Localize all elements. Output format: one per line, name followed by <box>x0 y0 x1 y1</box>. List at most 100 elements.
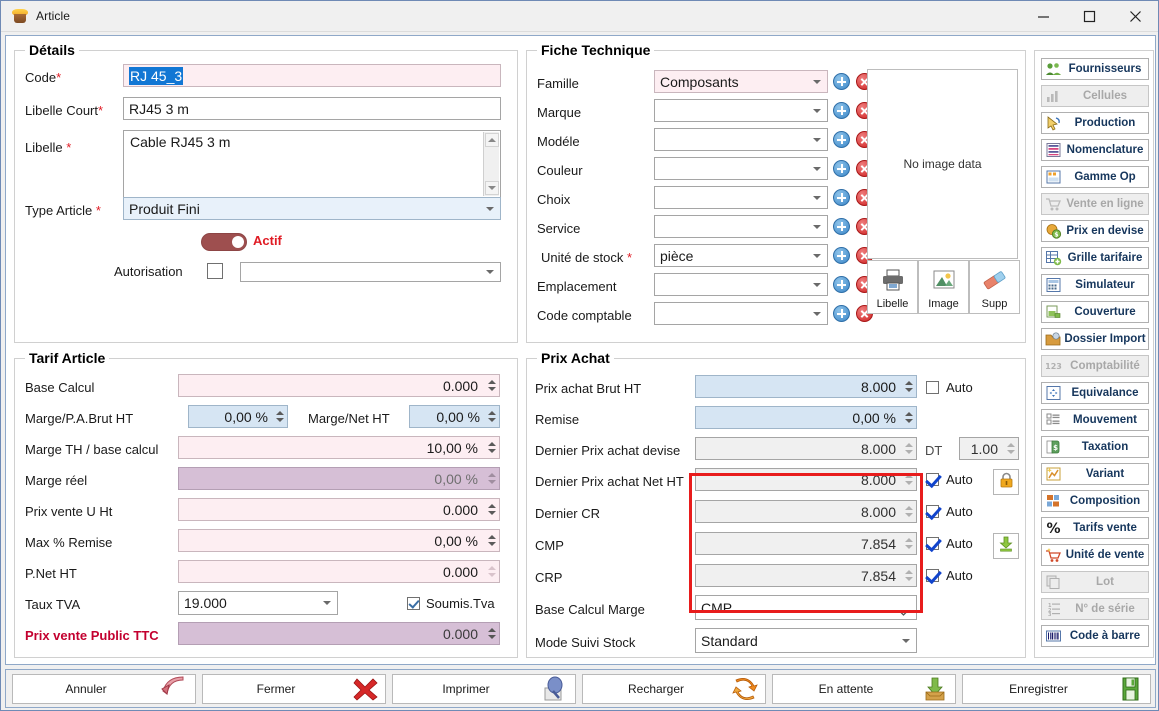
famille-add-button[interactable] <box>833 73 850 90</box>
sidebar-item-grille-tarifaire[interactable]: Grille tarifaire <box>1041 247 1149 269</box>
autorisation-checkbox[interactable] <box>207 263 223 279</box>
image-libelle-button[interactable]: Libelle <box>867 260 918 314</box>
sidebar-item-nomenclature[interactable]: Nomenclature <box>1041 139 1149 161</box>
scroll-down-icon[interactable] <box>485 181 499 195</box>
libelle-label: Libelle * <box>25 140 72 155</box>
plus-circle-icon <box>833 102 850 119</box>
spinner-icon[interactable] <box>273 407 286 426</box>
money-tag-icon: $ <box>1045 439 1062 455</box>
actif-toggle[interactable] <box>201 233 247 251</box>
spinner-icon[interactable] <box>485 624 498 643</box>
sidebar-item-prix-en-devise[interactable]: $ Prix en devise <box>1041 220 1149 242</box>
choix-select[interactable] <box>654 186 828 209</box>
recharger-button[interactable]: Recharger <box>582 674 766 704</box>
lock-button[interactable] <box>993 469 1019 495</box>
sidebar-item-gamme-op[interactable]: Gamme Op <box>1041 166 1149 188</box>
soumis-tva-checkbox[interactable] <box>407 597 420 610</box>
maximize-button[interactable] <box>1066 1 1112 32</box>
sidebar-item-code-a-barre[interactable]: Code à barre <box>1041 625 1149 647</box>
sidebar-item-couverture[interactable]: Couverture <box>1041 301 1149 323</box>
service-add-button[interactable] <box>833 218 850 235</box>
remise-input[interactable]: 0,00 % <box>695 406 917 429</box>
service-select[interactable] <box>654 215 828 238</box>
sidebar-item-tarifs-vente[interactable]: % Tarifs vente <box>1041 517 1149 539</box>
max-remise-input[interactable]: 0,00 % <box>178 529 500 552</box>
chevron-down-icon <box>813 224 821 229</box>
code-input[interactable]: RJ 45_3 <box>123 64 501 87</box>
couleur-add-button[interactable] <box>833 160 850 177</box>
main-pane: Détails Code* RJ 45_3 Libelle Court* RJ4… <box>5 35 1156 665</box>
scroll-up-icon[interactable] <box>485 133 499 147</box>
spinner-icon[interactable] <box>485 438 498 457</box>
chevron-down-icon <box>813 282 821 287</box>
libelle-scrollbar[interactable] <box>483 132 499 196</box>
sidebar-item-composition[interactable]: Composition <box>1041 490 1149 512</box>
base-calcul-marge-select[interactable]: CMP <box>695 595 917 620</box>
famille-select[interactable]: Composants <box>654 70 828 93</box>
sidebar-item-equivalance[interactable]: Equivalance <box>1041 382 1149 404</box>
emplacement-add-button[interactable] <box>833 276 850 293</box>
spinner-icon[interactable] <box>902 408 915 427</box>
base-calcul-input[interactable]: 0.000 <box>178 374 500 397</box>
dernier-prix-achat-devise-label: Dernier Prix achat devise <box>535 443 681 458</box>
spinner-icon[interactable] <box>485 407 498 426</box>
marge-th-input[interactable]: 10,00 % <box>178 436 500 459</box>
sidebar-item-taxation[interactable]: $ Taxation <box>1041 436 1149 458</box>
enregistrer-label: Enregistrer <box>1009 682 1068 696</box>
autorisation-select[interactable] <box>240 262 501 282</box>
marque-select[interactable] <box>654 99 828 122</box>
sidebar-item-variant[interactable]: Variant <box>1041 463 1149 485</box>
spinner-icon[interactable] <box>485 376 498 395</box>
prix-vente-u-ht-input[interactable]: 0.000 <box>178 498 500 521</box>
dernier-cr-auto-checkbox[interactable] <box>926 505 939 518</box>
minimize-button[interactable] <box>1020 1 1066 32</box>
sidebar-item-unite-de-vente[interactable]: Unité de vente <box>1041 544 1149 566</box>
prix-achat-brut-input[interactable]: 8.000 <box>695 375 917 398</box>
image-supp-button[interactable]: Supp <box>969 260 1020 314</box>
dernier-prix-achat-net-auto-checkbox[interactable] <box>926 473 939 486</box>
dernier-cr-input: 8.000 <box>695 500 917 523</box>
calculator-icon <box>1045 277 1062 293</box>
choix-add-button[interactable] <box>833 189 850 206</box>
download-button[interactable] <box>993 533 1019 559</box>
image-image-button[interactable]: Image <box>918 260 969 314</box>
prix-vente-public-ttc-input[interactable]: 0.000 <box>178 622 500 645</box>
spinner-icon[interactable] <box>485 500 498 519</box>
en-attente-button[interactable]: En attente <box>772 674 956 704</box>
prix-achat-brut-auto-checkbox[interactable] <box>926 381 939 394</box>
crp-auto-checkbox[interactable] <box>926 569 939 582</box>
sidebar-item-production[interactable]: Production <box>1041 112 1149 134</box>
emplacement-select[interactable] <box>654 273 828 296</box>
imprimer-button[interactable]: Imprimer <box>392 674 576 704</box>
type-article-select[interactable]: Produit Fini <box>123 197 501 220</box>
code-comptable-select[interactable] <box>654 302 828 325</box>
unite-stock-select[interactable]: pièce <box>654 244 828 267</box>
window-title: Article <box>36 9 71 23</box>
sidebar-item-fournisseurs[interactable]: Fournisseurs <box>1041 58 1149 80</box>
marque-add-button[interactable] <box>833 102 850 119</box>
enregistrer-button[interactable]: Enregistrer <box>962 674 1151 704</box>
spinner-icon[interactable] <box>485 531 498 550</box>
spinner-icon[interactable] <box>902 377 915 396</box>
cmp-auto-checkbox[interactable] <box>926 537 939 550</box>
modele-add-button[interactable] <box>833 131 850 148</box>
taux-tva-select[interactable]: 19.000 <box>178 591 338 615</box>
annuler-button[interactable]: Annuler <box>12 674 196 704</box>
sidebar-item-cellules: Cellules <box>1041 85 1149 107</box>
sidebar-item-simulateur[interactable]: Simulateur <box>1041 274 1149 296</box>
fermer-button[interactable]: Fermer <box>202 674 386 704</box>
marge-net-input[interactable]: 0,00 % <box>409 405 500 428</box>
libelle-textarea[interactable]: Cable RJ45 3 m <box>123 130 501 198</box>
sidebar-item-dossier-import[interactable]: Dossier Import <box>1041 328 1149 350</box>
sidebar-item-mouvement[interactable]: Mouvement <box>1041 409 1149 431</box>
code-comptable-add-button[interactable] <box>833 305 850 322</box>
modele-select[interactable] <box>654 128 828 151</box>
marge-pa-brut-input[interactable]: 0,00 % <box>188 405 288 428</box>
unite-stock-add-button[interactable] <box>833 247 850 264</box>
sidebar-item-label: Prix en devise <box>1066 225 1144 237</box>
crp-auto-label: Auto <box>946 568 973 583</box>
mode-suivi-stock-select[interactable]: Standard <box>695 628 917 653</box>
couleur-select[interactable] <box>654 157 828 180</box>
libelle-court-input[interactable]: RJ45 3 m <box>123 97 501 120</box>
close-button[interactable] <box>1112 1 1158 32</box>
